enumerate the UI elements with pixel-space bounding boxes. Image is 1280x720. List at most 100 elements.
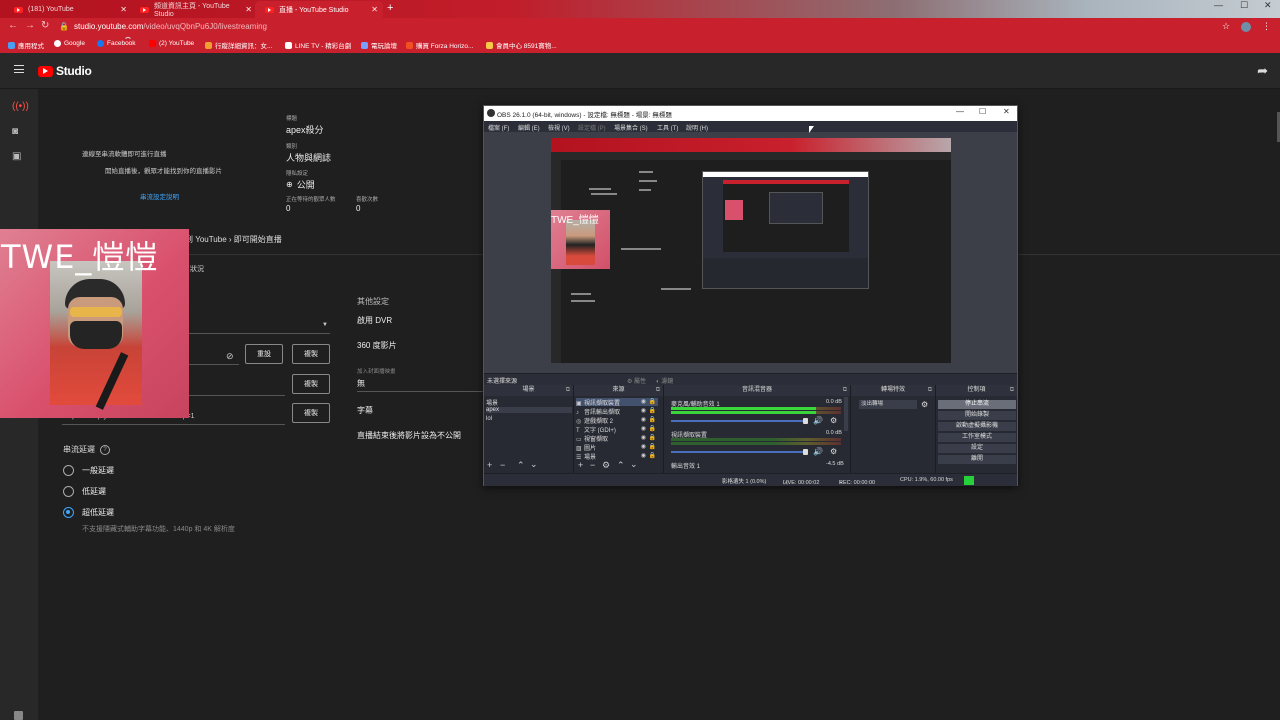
settings-button[interactable]: 設定 bbox=[938, 444, 1016, 453]
source-item-image[interactable]: ▨ 圖片 ◉ 🔒 bbox=[576, 443, 658, 452]
scene-item-selected[interactable]: apex bbox=[486, 407, 572, 413]
move-down-icon[interactable]: ⌄ bbox=[630, 459, 638, 470]
source-item-video-capture[interactable]: ▣ 視訊擷取裝置 ◉ 🔒 bbox=[576, 398, 658, 407]
remove-scene-icon[interactable]: − bbox=[500, 460, 505, 470]
bookmark-game-forum[interactable]: 電玩論壇 bbox=[361, 40, 397, 50]
bookmark-youtube[interactable]: (2) YouTube bbox=[149, 40, 194, 47]
reset-button[interactable]: 重設 bbox=[245, 344, 283, 364]
help-question-icon[interactable]: ? bbox=[100, 444, 110, 455]
stop-streaming-button[interactable]: 停止串流 bbox=[938, 400, 1016, 409]
mixer-gear-icon[interactable]: ⚙ bbox=[830, 447, 837, 456]
copy-stream-key-button[interactable]: 複製 bbox=[292, 344, 330, 364]
add-scene-icon[interactable]: + bbox=[487, 460, 492, 470]
hide-eye-icon[interactable]: ⊘ bbox=[226, 351, 234, 362]
minimize-window-icon[interactable]: — bbox=[1214, 0, 1223, 10]
speaker-icon[interactable]: 🔊 bbox=[813, 416, 823, 425]
obs-close-icon[interactable]: ✕ bbox=[1003, 107, 1010, 116]
obs-minimize-icon[interactable]: — bbox=[956, 107, 964, 116]
close-tab-icon[interactable]: ✕ bbox=[120, 5, 127, 14]
bookmark-forza[interactable]: 購買 Forza Horizo... bbox=[406, 40, 473, 50]
radio-ultra-low-latency[interactable] bbox=[63, 507, 74, 518]
properties-button[interactable]: ⚙ 屬性 bbox=[627, 376, 646, 385]
studio-mode-button[interactable]: 工作室模式 bbox=[938, 433, 1016, 442]
mixer-volume-knob[interactable] bbox=[803, 418, 808, 424]
transition-select[interactable]: 淡出轉場 bbox=[859, 400, 917, 409]
start-virtual-camera-button[interactable]: 啟動虛擬攝影機 bbox=[938, 422, 1016, 431]
menu-scene-collection[interactable]: 場景集合 (S) bbox=[614, 123, 648, 132]
lock-icon[interactable]: 🔒 bbox=[649, 443, 656, 450]
browser-tab-youtube[interactable]: (181) YouTube ✕ bbox=[4, 1, 132, 18]
obs-maximize-icon[interactable]: ☐ bbox=[979, 107, 986, 116]
stream-setup-help-link[interactable]: 串流設定說明 bbox=[140, 191, 179, 201]
dock-float-icon[interactable]: ⧉ bbox=[843, 385, 847, 396]
add-source-icon[interactable]: + bbox=[578, 460, 583, 470]
live-stream-icon[interactable]: ((•)) bbox=[12, 101, 29, 112]
profile-avatar[interactable] bbox=[1241, 22, 1251, 32]
lock-icon[interactable]: 🔒 bbox=[649, 434, 656, 441]
bookmark-google[interactable]: Google bbox=[54, 40, 85, 47]
dock-float-icon[interactable]: ⧉ bbox=[1010, 385, 1014, 396]
radio-normal-latency[interactable] bbox=[63, 465, 74, 476]
obs-preview-area[interactable]: TWE_愷愷 bbox=[484, 132, 1017, 373]
radio-low-latency[interactable] bbox=[63, 486, 74, 497]
mixer-volume-knob[interactable] bbox=[803, 449, 808, 455]
copy-stream-url-button[interactable]: 複製 bbox=[292, 374, 330, 394]
url-field[interactable]: studio.youtube.com/video/uvqQbnPu6J0/liv… bbox=[74, 22, 267, 31]
back-arrow-icon[interactable]: ← bbox=[8, 20, 18, 31]
menu-file[interactable]: 檔案 (F) bbox=[488, 123, 509, 132]
bookmark-line-tv[interactable]: LINE TV - 精彩台劇 bbox=[285, 40, 351, 50]
lock-icon[interactable]: 🔒 bbox=[649, 407, 656, 414]
obs-title-bar[interactable]: OBS 26.1.0 (64-bit, windows) - 設定檔: 無標題 … bbox=[484, 106, 1017, 121]
lock-icon[interactable]: 🔒 bbox=[649, 398, 656, 405]
transition-gear-icon[interactable]: ⚙ bbox=[921, 400, 928, 409]
visibility-eye-icon[interactable]: ◉ bbox=[641, 452, 646, 459]
dock-float-icon[interactable]: ⧉ bbox=[656, 385, 660, 396]
source-item-audio-capture[interactable]: ♪ 音訊輸出擷取 ◉ 🔒 bbox=[576, 407, 658, 416]
dock-float-icon[interactable]: ⧉ bbox=[928, 385, 932, 396]
visibility-eye-icon[interactable]: ◉ bbox=[641, 416, 646, 423]
move-up-icon[interactable]: ⌃ bbox=[617, 460, 625, 471]
star-bookmark-icon[interactable]: ☆ bbox=[1222, 21, 1230, 32]
browser-tab-channel-dashboard[interactable]: 頻道資訊主頁 - YouTube Studio ✕ bbox=[130, 1, 257, 18]
source-item-game-capture[interactable]: ◎ 遊戲擷取 2 ◉ 🔒 bbox=[576, 416, 658, 425]
close-tab-icon[interactable]: ✕ bbox=[371, 5, 378, 14]
more-menu-icon[interactable]: ⋮ bbox=[1262, 21, 1271, 32]
exit-button[interactable]: 離開 bbox=[938, 455, 1016, 464]
move-down-icon[interactable]: ⌄ bbox=[530, 459, 538, 470]
new-tab-icon[interactable]: + bbox=[387, 2, 393, 14]
share-arrow-icon[interactable]: ➦ bbox=[1257, 63, 1268, 79]
filters-button[interactable]: ◐ 濾鏡 bbox=[656, 376, 673, 385]
dock-float-icon[interactable]: ⧉ bbox=[566, 385, 570, 396]
bookmark-tracking[interactable]: 行蹤詳細資訊：女... bbox=[205, 40, 272, 50]
source-settings-gear-icon[interactable]: ⚙ bbox=[602, 460, 610, 471]
visibility-eye-icon[interactable]: ◉ bbox=[641, 425, 646, 432]
lock-icon[interactable]: 🔒 bbox=[649, 425, 656, 432]
maximize-window-icon[interactable]: ☐ bbox=[1240, 0, 1248, 11]
menu-profile[interactable]: 設定檔 (P) bbox=[578, 123, 606, 132]
mixer-scrollbar[interactable] bbox=[844, 397, 848, 431]
visibility-eye-icon[interactable]: ◉ bbox=[641, 434, 646, 441]
mixer-gear-icon[interactable]: ⚙ bbox=[830, 416, 837, 425]
menu-hamburger-icon[interactable] bbox=[14, 65, 24, 73]
visibility-eye-icon[interactable]: ◉ bbox=[641, 443, 646, 450]
lock-icon[interactable]: 🔒 bbox=[649, 416, 656, 423]
menu-tools[interactable]: 工具 (T) bbox=[657, 123, 678, 132]
remove-source-icon[interactable]: − bbox=[590, 460, 595, 470]
lock-icon[interactable]: 🔒 bbox=[649, 452, 656, 459]
feedback-icon[interactable] bbox=[14, 711, 23, 720]
forward-arrow-icon[interactable]: → bbox=[25, 20, 35, 31]
menu-edit[interactable]: 編輯 (E) bbox=[518, 123, 540, 132]
speaker-icon[interactable]: 🔊 bbox=[813, 447, 823, 456]
calendar-icon[interactable]: ▣ bbox=[12, 151, 21, 162]
menu-view[interactable]: 檢視 (V) bbox=[548, 123, 570, 132]
camera-icon[interactable]: ◙ bbox=[12, 126, 18, 137]
dropdown-caret-icon[interactable]: ▼ bbox=[322, 322, 328, 328]
studio-logo[interactable]: Studio bbox=[38, 64, 92, 78]
move-up-icon[interactable]: ⌃ bbox=[517, 460, 525, 471]
scene-item[interactable]: 場景 bbox=[486, 398, 572, 407]
close-tab-icon[interactable]: ✕ bbox=[245, 5, 252, 14]
start-recording-button[interactable]: 開始錄製 bbox=[938, 411, 1016, 420]
bookmark-apps[interactable]: 應用程式 bbox=[8, 40, 44, 50]
browser-tab-livestream[interactable]: 直播 - YouTube Studio ✕ bbox=[255, 1, 383, 18]
visibility-eye-icon[interactable]: ◉ bbox=[641, 398, 646, 405]
